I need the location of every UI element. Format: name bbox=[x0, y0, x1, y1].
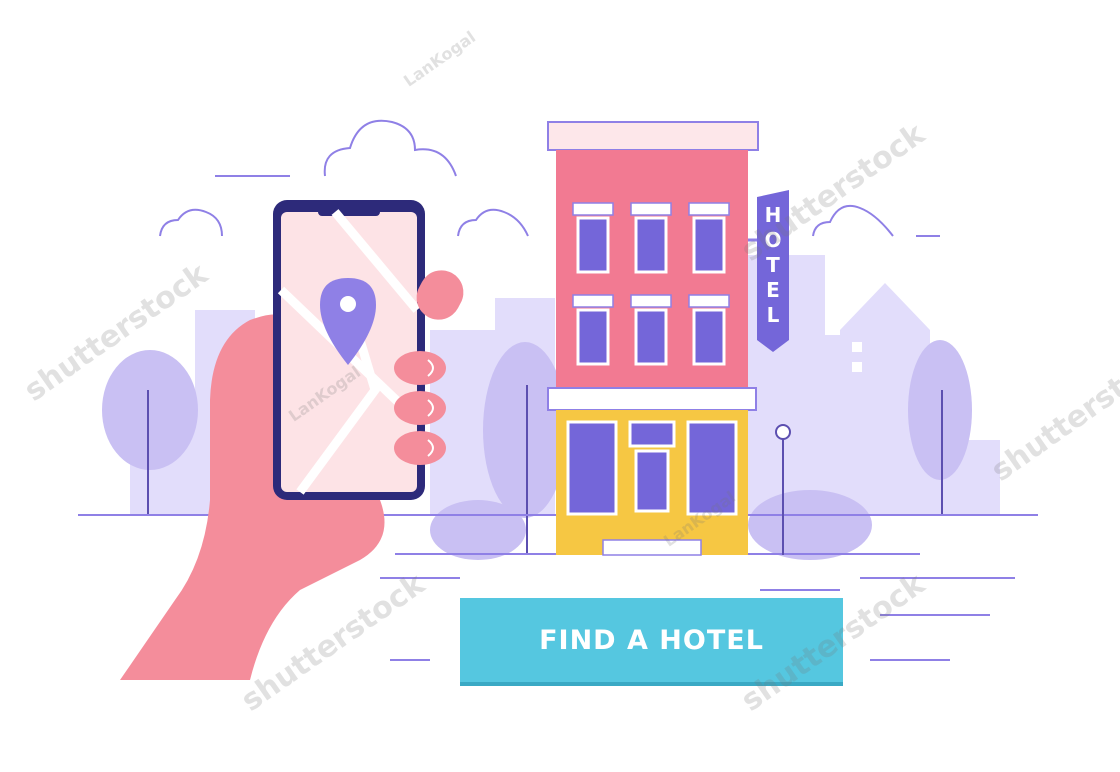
hotel-building bbox=[547, 121, 759, 556]
find-a-hotel-button[interactable]: FIND A HOTEL bbox=[460, 598, 843, 686]
hotel-sign-letter: E bbox=[766, 278, 780, 302]
hotel-sign-letter: H bbox=[765, 203, 782, 227]
hotel-sign-letter: L bbox=[767, 303, 780, 327]
hotel-sign-letter: T bbox=[766, 253, 780, 277]
hotel-sign-letter: O bbox=[764, 228, 781, 252]
